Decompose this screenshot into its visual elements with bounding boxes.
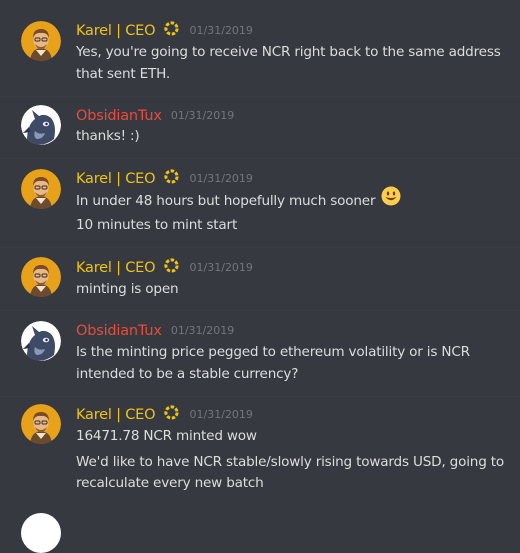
role-badge-icon	[163, 404, 180, 425]
avatar-next[interactable]	[21, 513, 61, 553]
timestamp: 01/31/2019	[189, 24, 253, 37]
timestamp: 01/31/2019	[189, 172, 253, 185]
avatar-obsidiantux[interactable]	[21, 105, 61, 145]
author-name[interactable]: ObsidianTux	[76, 108, 162, 124]
message-text: Is the minting price pegged to ethereum …	[76, 344, 470, 360]
author-name[interactable]: Karel | CEO	[76, 407, 156, 423]
message-line: In under 48 hours but hopefully much soo…	[76, 186, 504, 213]
message-text: 16471.78 NCR minted wow	[76, 428, 257, 444]
message-text: 10 minutes to mint start	[76, 217, 238, 233]
divider	[0, 158, 520, 159]
smiley-emoji-icon[interactable]	[381, 186, 401, 213]
avatar-obsidiantux[interactable]	[21, 321, 61, 361]
role-badge-icon	[163, 168, 180, 189]
timestamp: 01/31/2019	[170, 109, 235, 122]
divider	[0, 96, 520, 97]
role-badge-icon	[163, 20, 180, 41]
message-text: minting is open	[76, 281, 179, 297]
timestamp: 01/31/2019	[189, 261, 253, 274]
message-text: In under 48 hours but hopefully much soo…	[76, 193, 376, 209]
avatar-karel[interactable]	[21, 257, 61, 297]
message-text: We'd like to have NCR stable/slowly risi…	[76, 454, 505, 470]
author-name[interactable]: ObsidianTux	[76, 323, 162, 339]
author-name[interactable]: Karel | CEO	[76, 23, 156, 39]
avatar-karel[interactable]	[21, 169, 61, 209]
message-text: recalculate every new batch	[76, 475, 264, 491]
author-name[interactable]: Karel | CEO	[76, 171, 156, 187]
message-text: that sent ETH.	[76, 66, 171, 82]
chat-log: Karel | CEO 01/31/2019 Yes, you're going…	[0, 0, 520, 553]
timestamp: 01/31/2019	[189, 408, 253, 421]
divider	[0, 310, 520, 311]
divider	[0, 247, 520, 248]
role-badge-icon	[163, 257, 180, 278]
message-text: thanks! :)	[76, 128, 140, 144]
avatar-karel[interactable]	[21, 404, 61, 444]
avatar-karel[interactable]	[21, 21, 61, 61]
author-name[interactable]: Karel | CEO	[76, 260, 156, 276]
message-text: Yes, you're going to receive NCR right b…	[76, 44, 501, 60]
message-text: intended to be a stable currency?	[76, 366, 299, 382]
timestamp: 01/31/2019	[170, 324, 235, 337]
divider	[0, 396, 520, 397]
